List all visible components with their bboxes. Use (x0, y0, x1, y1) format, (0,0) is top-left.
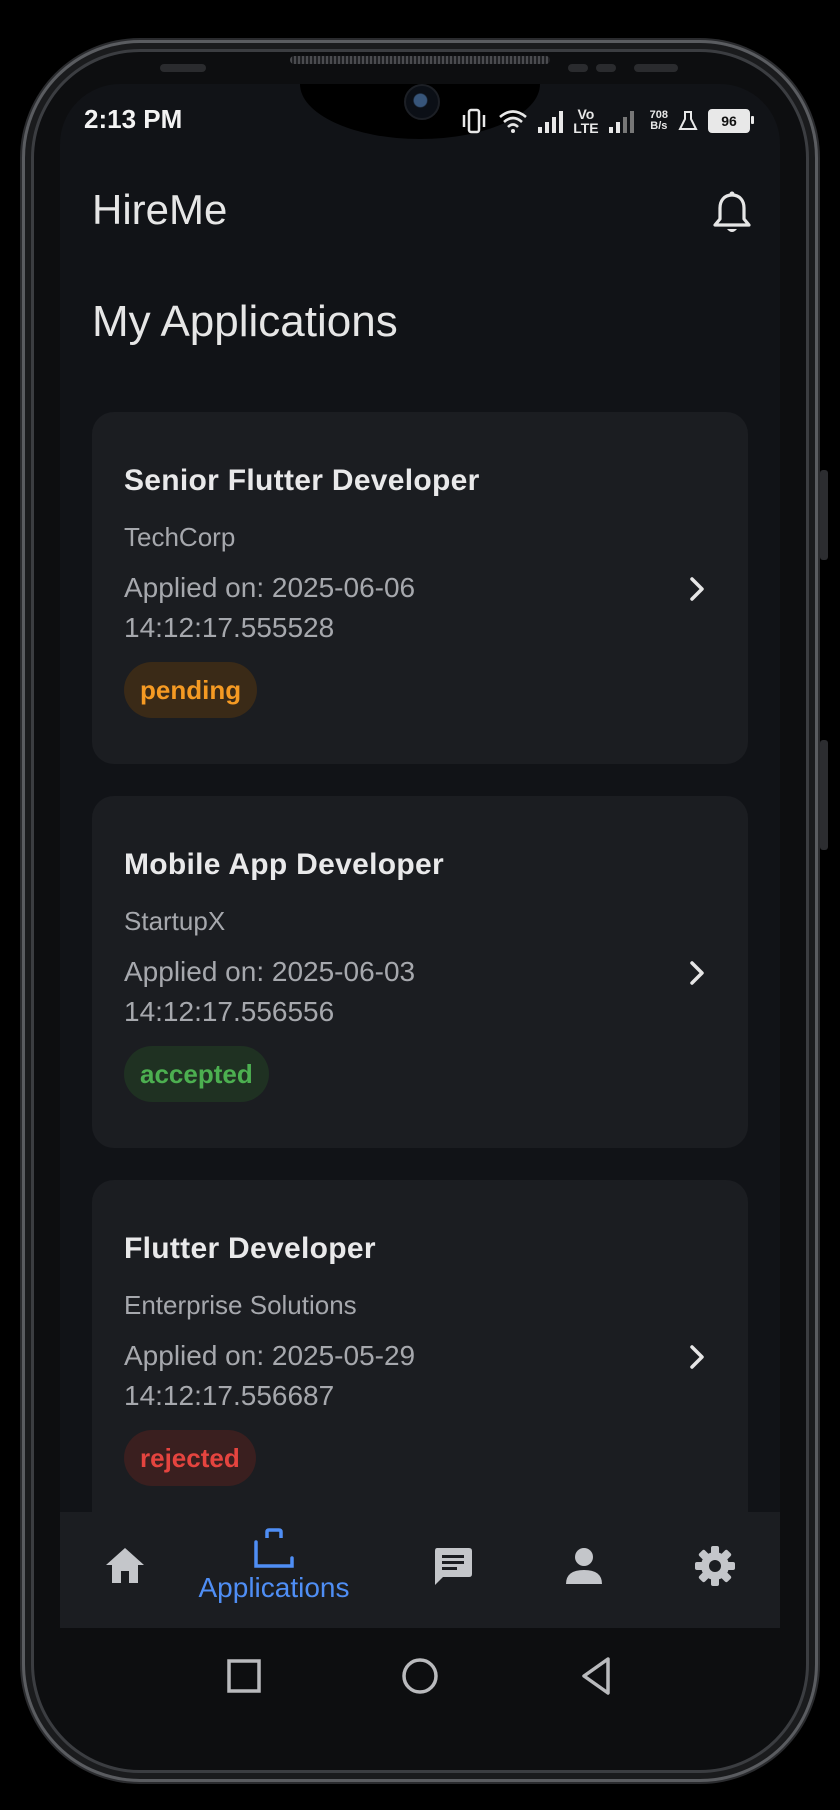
status-icons: Vo LTE 708 B/s 96 (460, 104, 754, 138)
vibrate-icon (462, 108, 486, 134)
job-title: Flutter Developer (124, 1232, 376, 1265)
status-time: 2:13 PM (84, 104, 183, 134)
signal-icon (608, 109, 634, 133)
bottom-navigation: Applications (60, 1512, 780, 1628)
wifi-icon (499, 110, 528, 133)
lab-icon (678, 111, 698, 130)
status-badge: rejected (124, 1430, 256, 1486)
bell-icon[interactable] (710, 190, 754, 236)
front-camera (404, 84, 440, 120)
signal-icon (538, 109, 564, 133)
nav-home[interactable] (60, 1512, 190, 1628)
job-title: Mobile App Developer (124, 848, 444, 881)
gear-icon (695, 1546, 735, 1586)
volume-button (820, 470, 828, 560)
company-name: Enterprise Solutions (124, 1290, 357, 1320)
home-icon (106, 1548, 144, 1583)
nav-settings[interactable] (650, 1512, 780, 1628)
power-button (820, 740, 828, 850)
system-navigation-bar (60, 1628, 780, 1724)
volte-icon: Vo LTE (573, 106, 599, 136)
applied-date: Applied on: 2025-06-06 14:12:17.555528 (124, 572, 416, 643)
application-card[interactable]: Flutter Developer Enterprise Solutions A… (92, 1180, 748, 1512)
back-icon[interactable] (574, 1652, 622, 1700)
status-badge: accepted (124, 1046, 269, 1102)
chevron-right-icon[interactable] (680, 1340, 714, 1374)
briefcase-icon (254, 1528, 294, 1568)
app-title: HireMe (92, 186, 228, 233)
applied-date: Applied on: 2025-06-03 14:12:17.556556 (124, 956, 416, 1027)
applied-date: Applied on: 2025-05-29 14:12:17.556687 (124, 1340, 416, 1411)
battery-icon: 96 (708, 109, 754, 133)
job-title: Senior Flutter Developer (124, 464, 480, 497)
network-speed: 708 B/s (649, 109, 668, 132)
company-name: StartupX (124, 906, 226, 936)
person-icon (566, 1548, 602, 1584)
page-title: My Applications (92, 297, 398, 346)
recent-apps-icon[interactable] (220, 1652, 268, 1700)
application-card[interactable]: Mobile App Developer StartupX Applied on… (92, 796, 748, 1148)
status-badge: pending (124, 662, 258, 718)
chat-icon (435, 1548, 472, 1585)
nav-profile[interactable] (519, 1512, 649, 1628)
home-button-icon[interactable] (396, 1652, 444, 1700)
battery-level: 96 (721, 113, 737, 129)
application-card[interactable]: Senior Flutter Developer TechCorp Applie… (92, 412, 748, 764)
chevron-right-icon[interactable] (680, 956, 714, 990)
nav-messages[interactable] (388, 1512, 518, 1628)
chevron-right-icon[interactable] (680, 572, 714, 606)
company-name: TechCorp (124, 522, 236, 552)
earpiece-speaker (290, 56, 550, 64)
nav-label: Applications (198, 1572, 350, 1603)
nav-applications[interactable]: Applications (194, 1512, 354, 1628)
